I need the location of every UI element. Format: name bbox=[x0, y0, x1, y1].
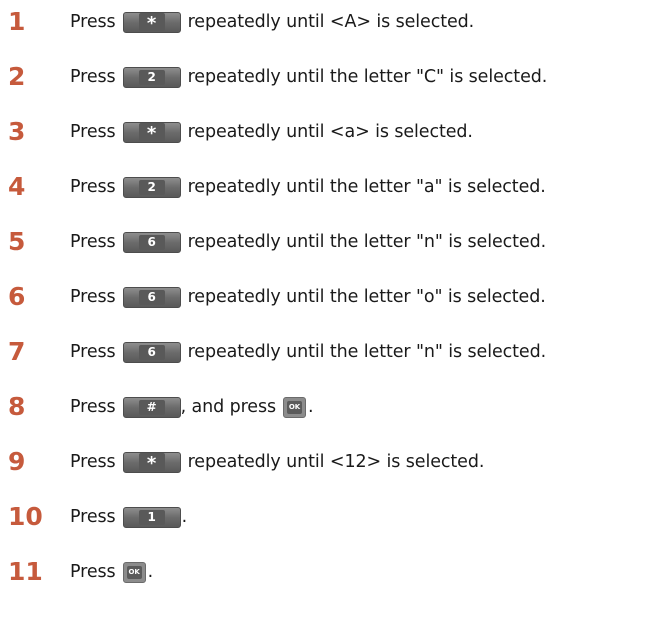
step-text: Press bbox=[70, 122, 116, 142]
step-number: 1 bbox=[8, 7, 26, 36]
step-text: repeatedly until the letter "n" is selec… bbox=[187, 232, 547, 252]
step-text: Press bbox=[70, 562, 116, 582]
step-number: 11 bbox=[8, 557, 43, 586]
step-number: 3 bbox=[8, 117, 26, 146]
step-text: . bbox=[308, 397, 314, 417]
step-text: repeatedly until <a> is selected. bbox=[187, 122, 473, 142]
step-number: 7 bbox=[8, 337, 26, 366]
step-number: 6 bbox=[8, 282, 26, 311]
step-text: repeatedly until the letter "n" is selec… bbox=[187, 342, 547, 362]
step-text: Press bbox=[70, 397, 116, 417]
ok-key-icon: OK bbox=[283, 396, 306, 418]
star-key-icon: * bbox=[122, 121, 181, 143]
hash-key-icon: # bbox=[122, 396, 181, 418]
step-text: Press bbox=[70, 342, 116, 362]
step-text: repeatedly until the letter "C" is selec… bbox=[187, 67, 548, 87]
step-text: Press bbox=[70, 287, 116, 307]
step-number: 8 bbox=[8, 392, 26, 421]
key-6-icon: 6 bbox=[122, 231, 181, 253]
star-key-icon: * bbox=[122, 11, 181, 33]
step-text: repeatedly until <12> is selected. bbox=[187, 452, 485, 472]
step-text: , and press bbox=[180, 397, 277, 417]
step-text: Press bbox=[70, 232, 116, 252]
key-6-icon: 6 bbox=[122, 341, 181, 363]
ok-key-icon: OK bbox=[122, 561, 146, 583]
step-text: Press bbox=[70, 12, 116, 32]
step-text: Press bbox=[70, 507, 116, 527]
step-text: repeatedly until the letter "a" is selec… bbox=[187, 177, 546, 197]
key-2-icon: 2 bbox=[122, 176, 181, 198]
star-key-icon: * bbox=[122, 451, 181, 473]
step-text: . bbox=[147, 562, 154, 582]
step-text: Press bbox=[70, 452, 116, 472]
step-text: Press bbox=[70, 177, 116, 197]
key-1-icon: 1 bbox=[122, 506, 181, 528]
step-text: repeatedly until <A> is selected. bbox=[187, 12, 475, 32]
step-text: Press bbox=[70, 67, 116, 87]
step-number: 2 bbox=[8, 62, 26, 91]
step-number: 9 bbox=[8, 447, 26, 476]
key-6-icon: 6 bbox=[122, 286, 181, 308]
key-2-icon: 2 bbox=[122, 66, 181, 88]
step-text: . bbox=[181, 507, 188, 527]
step-number: 5 bbox=[8, 227, 26, 256]
step-text: repeatedly until the letter "o" is selec… bbox=[187, 287, 546, 307]
step-number: 4 bbox=[8, 172, 26, 201]
step-number: 10 bbox=[8, 502, 43, 531]
